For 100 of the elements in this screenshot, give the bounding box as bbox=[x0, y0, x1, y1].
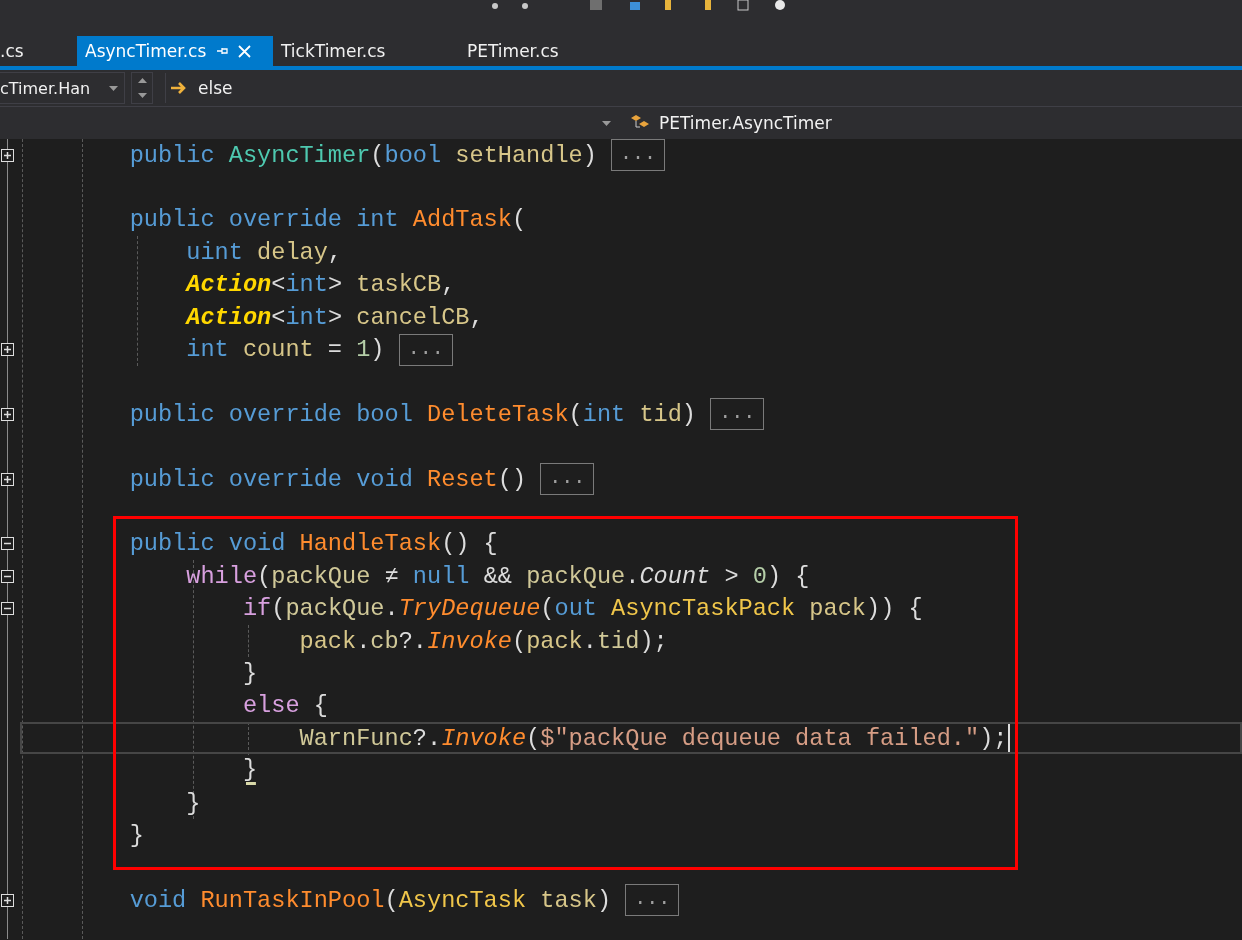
method-name: TryDequeue bbox=[398, 595, 541, 623]
pin-icon[interactable] bbox=[216, 45, 229, 57]
keyword: int bbox=[582, 400, 627, 428]
collapsed-code-button[interactable]: ... bbox=[611, 139, 666, 172]
identifier: WarnFunc bbox=[298, 724, 413, 752]
code-text: () bbox=[497, 465, 528, 493]
code-text: > bbox=[327, 271, 344, 299]
expand-icon[interactable] bbox=[1, 148, 14, 162]
collapse-icon[interactable] bbox=[1, 569, 14, 583]
code-text: < bbox=[271, 303, 286, 331]
number: 0 bbox=[752, 562, 767, 590]
method-name: Invoke bbox=[427, 627, 512, 655]
type-name: Action bbox=[184, 271, 272, 299]
identifier: tid bbox=[639, 400, 682, 428]
identifier: packQue bbox=[526, 562, 626, 590]
class-name: AsyncTimer bbox=[228, 141, 371, 169]
property-name: Count bbox=[639, 562, 711, 590]
code-text: } bbox=[128, 821, 144, 849]
method-name: DeleteTask bbox=[426, 400, 569, 428]
method-name: AddTask bbox=[412, 206, 512, 234]
expand-icon[interactable] bbox=[1, 472, 14, 486]
code-text: = bbox=[326, 336, 344, 364]
type-name: AsyncTaskPack bbox=[611, 595, 797, 623]
code-text: ) bbox=[370, 336, 386, 364]
identifier: task bbox=[540, 886, 597, 914]
string-literal: $"packQue dequeue data failed." bbox=[540, 724, 980, 752]
keyword: void bbox=[128, 886, 188, 914]
identifier: pack bbox=[298, 627, 357, 655]
code-text: . bbox=[582, 627, 597, 655]
collapsed-code-button[interactable]: ... bbox=[625, 884, 680, 917]
method-name: RunTaskInPool bbox=[200, 886, 385, 914]
file-tab[interactable]: AsyncTimer.cs bbox=[77, 36, 273, 66]
type-name: Action bbox=[184, 303, 272, 331]
tab-label: TickTimer.cs bbox=[281, 41, 386, 61]
spinner[interactable] bbox=[131, 72, 153, 104]
code-text: > bbox=[723, 562, 740, 590]
keyword: out bbox=[554, 595, 598, 623]
identifier: taskCB bbox=[356, 271, 442, 299]
code-text: ); bbox=[979, 724, 1008, 752]
code-text: && bbox=[482, 562, 513, 590]
text-cursor bbox=[1007, 724, 1010, 753]
identifier: pack bbox=[809, 595, 866, 623]
code-text: . bbox=[625, 562, 640, 590]
code-text: , bbox=[327, 238, 343, 266]
keyword: public void bbox=[128, 530, 287, 558]
identifier: count bbox=[242, 336, 314, 364]
keyword: uint bbox=[185, 238, 244, 266]
collapsed-code-button[interactable]: ... bbox=[398, 333, 453, 366]
identifier: cb bbox=[370, 627, 399, 655]
expand-icon[interactable] bbox=[1, 343, 14, 357]
collapsed-code-button[interactable]: ... bbox=[540, 463, 595, 496]
collapsed-code-button[interactable]: ... bbox=[710, 398, 765, 431]
code-text: < bbox=[271, 271, 286, 299]
code-text: ?. bbox=[398, 627, 427, 655]
keyword: if bbox=[241, 595, 272, 623]
code-text: ( bbox=[568, 400, 583, 428]
code-text: , bbox=[441, 271, 456, 299]
code-text: ( bbox=[511, 627, 527, 655]
code-text: { bbox=[312, 692, 328, 720]
tab-label: AsyncTimer.cs bbox=[85, 41, 207, 61]
arrow-icon bbox=[170, 81, 188, 95]
keyword: int bbox=[185, 336, 230, 364]
close-icon[interactable] bbox=[238, 44, 252, 58]
code-text: . bbox=[384, 595, 399, 623]
scope-dropdown[interactable]: else bbox=[165, 73, 233, 103]
expand-icon[interactable] bbox=[1, 893, 14, 907]
code-text: )) { bbox=[866, 595, 923, 623]
file-tab[interactable]: .cs bbox=[0, 36, 77, 66]
keyword: public override bool bbox=[128, 400, 414, 428]
code-text: () { bbox=[441, 530, 498, 558]
expand-icon[interactable] bbox=[1, 407, 14, 421]
identifier: pack bbox=[526, 627, 583, 655]
tab-label: .cs bbox=[0, 41, 24, 61]
keyword: bool bbox=[384, 141, 443, 169]
collapse-icon[interactable] bbox=[1, 602, 14, 616]
keyword: while bbox=[185, 562, 258, 590]
code-text: ?. bbox=[412, 724, 442, 752]
collapse-icon[interactable] bbox=[1, 537, 14, 551]
type-name: AsyncTask bbox=[398, 886, 528, 914]
caret-icon bbox=[602, 120, 611, 126]
code-text: , bbox=[469, 303, 484, 331]
method-name: HandleTask bbox=[299, 530, 442, 558]
code-text: ) bbox=[681, 400, 698, 428]
code-text: ( bbox=[370, 141, 385, 169]
member-dropdown[interactable]: cTimer.Han bbox=[0, 72, 125, 104]
method-name: Reset bbox=[426, 465, 498, 493]
code-text: ( bbox=[540, 595, 555, 623]
code-text: ( bbox=[271, 595, 286, 623]
tab-label: PETimer.cs bbox=[467, 41, 559, 61]
identifier: setHandle bbox=[455, 141, 583, 169]
code-text: ( bbox=[511, 206, 527, 234]
file-tab[interactable]: PETimer.cs bbox=[459, 36, 567, 66]
code-text: ) bbox=[582, 141, 598, 169]
method-name: Invoke bbox=[441, 724, 527, 752]
code-text: ) { bbox=[766, 562, 810, 590]
keyword: else bbox=[241, 692, 300, 720]
code-text: . bbox=[356, 627, 371, 655]
code-text: } bbox=[241, 659, 258, 687]
file-tab[interactable]: TickTimer.cs bbox=[273, 36, 459, 66]
identifier: tid bbox=[596, 627, 640, 655]
